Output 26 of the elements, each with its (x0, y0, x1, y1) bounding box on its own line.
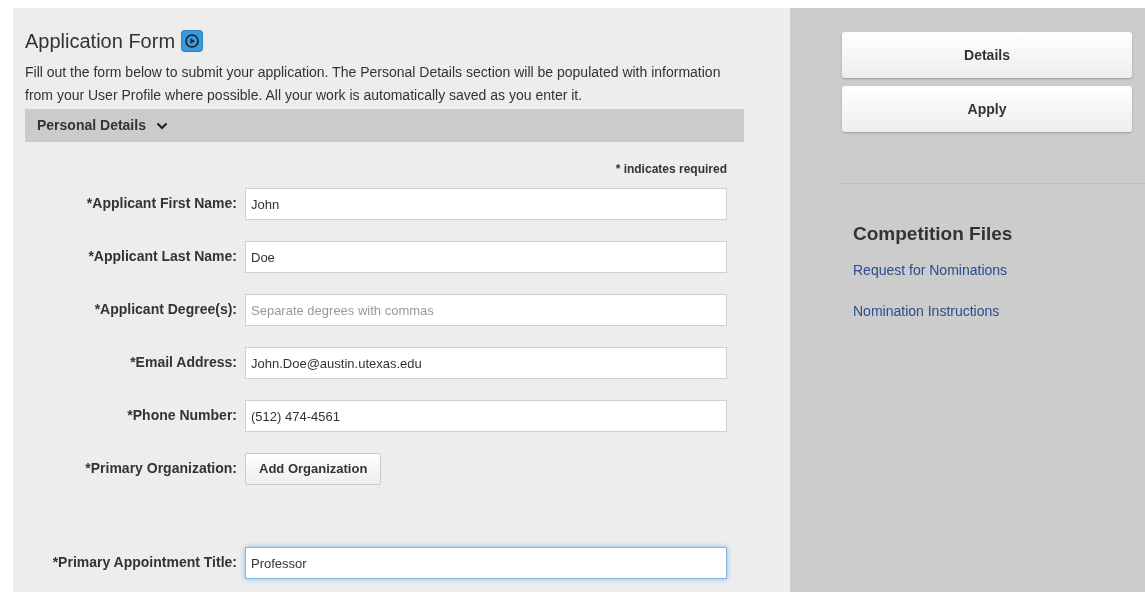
input-field[interactable]: Doe (245, 241, 727, 273)
input-field[interactable]: (512) 474-4561 (245, 400, 727, 432)
field-label: *Applicant Degree(s): (93, 300, 238, 318)
play-icon[interactable] (181, 30, 204, 52)
required-note: * indicates required (615, 162, 727, 176)
sidebar-button[interactable]: Details (842, 32, 1132, 78)
field-label: *Phone Number: (126, 406, 238, 424)
field-label: *Primary Appointment Title: (51, 553, 238, 571)
section-header[interactable]: Personal Details (25, 109, 744, 142)
field-label: *Primary Organization: (84, 459, 238, 477)
input-field[interactable]: Professor (245, 547, 727, 579)
intro-text: Fill out the form below to submit your application. The Personal Details section will be populated with information from your User Profile where possible. All your work is automatically saved as you enter it. (25, 63, 722, 105)
field-label: *Applicant Last Name: (87, 247, 238, 265)
add-organization-button[interactable]: Add Organization (245, 453, 382, 485)
input-field[interactable]: John.Doe@austin.utexas.edu (245, 347, 727, 379)
sidebar-button[interactable]: Apply (842, 86, 1132, 132)
files-heading: Competition Files (853, 222, 1014, 246)
chevron-icon (155, 121, 168, 130)
input-field[interactable]: Separate degrees with commas (245, 294, 727, 326)
field-label: *Applicant First Name: (85, 194, 238, 212)
field-label: *Email Address: (129, 353, 238, 371)
form-title: Application Form (25, 29, 176, 54)
file-link[interactable]: Request for Nominations (853, 261, 1008, 278)
input-field[interactable]: John (245, 188, 727, 220)
file-link[interactable]: Nomination Instructions (853, 302, 1000, 319)
section-title: Personal Details (37, 116, 146, 135)
